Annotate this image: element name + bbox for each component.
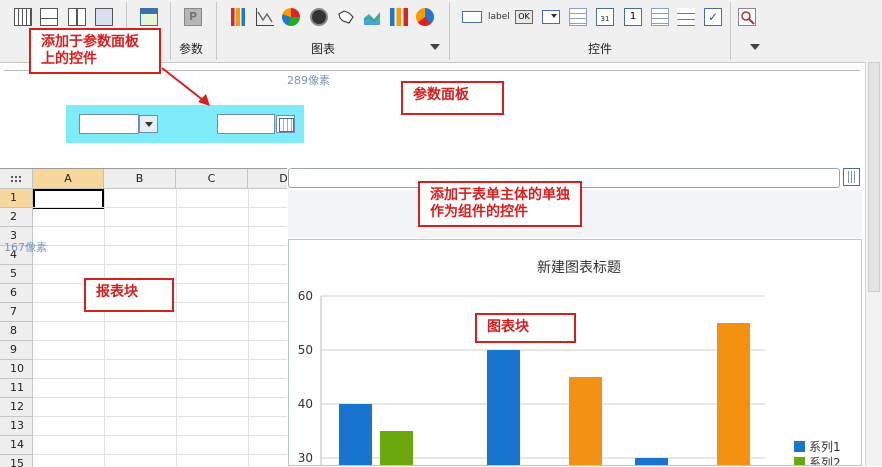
combo-chart-icon[interactable] [390,8,408,26]
calendar-icon [279,118,294,132]
donut-chart-icon[interactable] [416,8,434,26]
bar-chart: 新建图表标题 60 50 40 30 系列1 系列2 [298,260,841,465]
row-header[interactable]: 5 [0,265,33,284]
row-header[interactable]: 14 [0,436,33,455]
legend-label: 系列2 [809,456,841,465]
dropdown-arrow-icon [145,122,153,127]
report-block-icon[interactable] [140,8,158,26]
chart-title: 新建图表标题 [537,260,621,276]
report-block-callout: 报表块 [84,278,174,312]
form-date-picker-button[interactable] [843,168,860,186]
bar-series-3-2 [569,377,602,465]
legend-swatch [794,441,805,452]
date-widget-icon[interactable]: 31 [596,8,614,26]
row-header[interactable]: 11 [0,379,33,398]
row-header[interactable]: 6 [0,284,33,303]
grid-line [33,207,287,208]
bar-series-2-1 [380,431,413,465]
layout-grid-icon[interactable] [14,8,32,26]
param-panel-callout: 参数面板 [401,81,504,115]
param-combobox-input[interactable] [79,114,139,134]
bar-chart-icon[interactable] [229,8,247,26]
area-chart-icon[interactable] [363,8,381,26]
param-controls-area[interactable] [66,105,304,143]
grid-icon [10,175,21,183]
line-chart-icon[interactable] [256,8,274,26]
param-group-label: 参数 [179,42,204,56]
row-header[interactable]: 9 [0,341,33,360]
y-tick-label: 50 [298,343,313,357]
tree-widget-icon[interactable] [569,8,587,26]
table-widget-icon[interactable] [651,8,669,26]
search-widget-icon[interactable] [738,8,756,26]
grid-line [33,435,287,436]
number-widget-icon[interactable]: 1 [624,8,642,26]
grid-line [33,378,287,379]
grid-line [33,397,287,398]
row-header[interactable]: 2 [0,208,33,227]
date-picker-button[interactable] [276,115,295,133]
grid-line [33,264,287,265]
column-header-c[interactable]: C [176,169,248,189]
chart-group-label: 图表 [311,42,336,56]
grid-line [33,340,287,341]
widget-group-dropdown-icon[interactable] [750,44,760,50]
widget-group-label: 控件 [588,42,613,56]
layout-tab-icon[interactable] [95,8,113,26]
layout-row-icon[interactable] [40,8,58,26]
text-field-widget-icon[interactable] [462,11,482,23]
legend-label: 系列1 [809,440,841,454]
width-dimension-label: 289像素 [287,74,330,87]
pie-chart-icon[interactable] [282,8,300,26]
chart-block-callout: 图表块 [475,313,576,343]
row-header[interactable]: 7 [0,303,33,322]
chart-block[interactable]: 新建图表标题 60 50 40 30 系列1 系列2 [288,239,862,466]
height-dimension-label: 167像素 [4,241,47,254]
grid-line [33,226,287,227]
column-header-b[interactable]: B [104,169,176,189]
param-controls-callout: 添加于参数面板上的控件 [29,28,161,74]
callout-arrow [161,67,210,106]
grid-line [33,416,287,417]
vertical-scrollbar[interactable] [865,62,882,466]
calendar-icon [846,171,857,183]
map-chart-icon[interactable] [337,8,355,26]
legend-swatch [794,457,805,465]
selected-cell[interactable] [33,189,104,209]
combobox-dropdown-button[interactable] [139,115,158,133]
row-header[interactable]: 1 [0,189,33,208]
bar-series-1-1 [339,404,372,465]
radio-group-widget-icon[interactable] [677,8,695,26]
param-date-input[interactable] [217,114,275,134]
chart-group-dropdown-icon[interactable] [430,44,440,50]
bar-series-1-2 [487,350,520,465]
checkbox-widget-icon[interactable]: ✓ [704,8,722,26]
row-header[interactable]: 8 [0,322,33,341]
y-tick-label: 30 [298,451,313,465]
report-block[interactable]: A B C D 1 2 3 4 5 6 7 8 9 10 11 12 13 14 15 [0,168,287,467]
grid-line [33,359,287,360]
bar-series-3-3 [717,323,750,465]
row-header[interactable]: 10 [0,360,33,379]
row-header[interactable]: 12 [0,398,33,417]
bar-series-1-3 [635,458,668,465]
form-controls-callout: 添加于表单主体的单独作为组件的控件 [418,181,582,227]
param-panel-icon[interactable]: P [184,8,202,26]
gauge-chart-icon[interactable] [310,8,328,26]
layout-column-icon[interactable] [68,8,86,26]
row-header[interactable]: 15 [0,455,33,467]
grid-line [33,321,287,322]
grid-line [33,454,287,455]
button-widget-icon[interactable]: OK [515,10,533,24]
label-widget-icon[interactable]: label [488,8,512,26]
y-tick-label: 60 [298,289,313,303]
grid-line [33,245,287,246]
scroll-thumb[interactable] [868,62,880,292]
column-header-d[interactable]: D [248,169,287,189]
y-tick-label: 40 [298,397,313,411]
combobox-widget-icon[interactable] [542,10,560,24]
row-header[interactable]: 13 [0,417,33,436]
corner-cell[interactable] [0,169,33,189]
column-header-a[interactable]: A [33,169,104,189]
